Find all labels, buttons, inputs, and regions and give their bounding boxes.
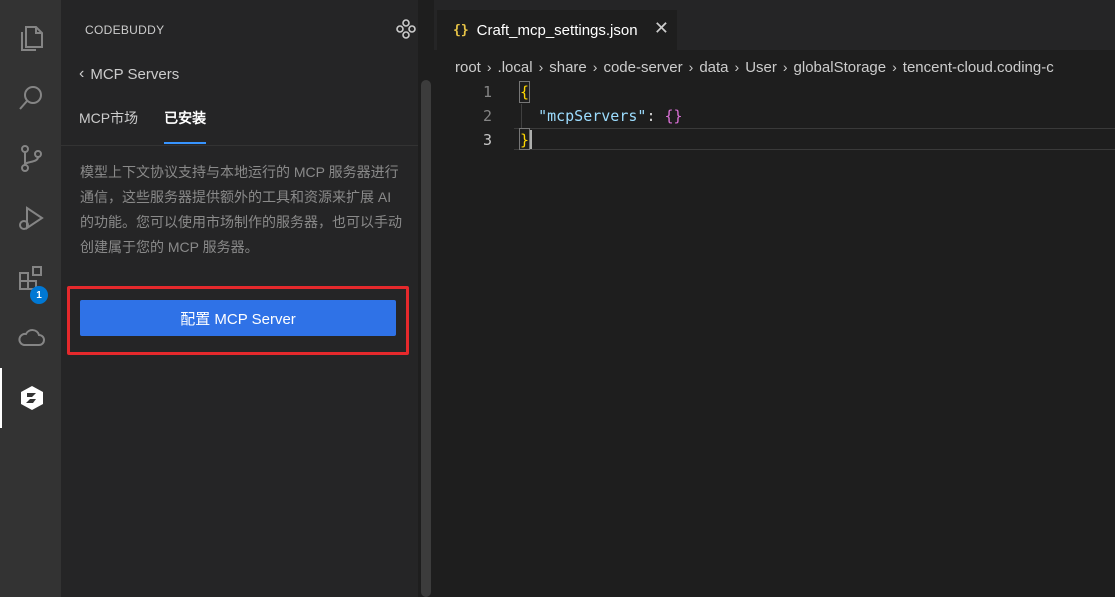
open-brace: {	[520, 83, 530, 101]
editor-tabbar: {} Craft_mcp_settings.json ✕	[434, 0, 1115, 50]
sidebar-title: CODEBUDDY	[85, 23, 165, 37]
code-text: "mcpServers": {}	[520, 104, 683, 128]
chevron-right-icon: ›	[892, 59, 897, 75]
cloud-icon	[17, 329, 45, 346]
chevron-right-icon: ›	[734, 59, 740, 75]
close-icon[interactable]: ✕	[654, 18, 669, 39]
mcp-description: 模型上下文协议支持与本地运行的 MCP 服务器进行通信，这些服务器提供额外的工具…	[80, 164, 402, 255]
breadcrumb-item[interactable]: data	[699, 59, 728, 76]
breadcrumb-item[interactable]: code-server	[603, 59, 682, 76]
source-control-button[interactable]	[0, 128, 61, 188]
code-text: }	[520, 128, 529, 152]
explorer-button[interactable]	[0, 8, 61, 68]
json-value: {}	[664, 107, 683, 125]
back-label: MCP Servers	[90, 65, 180, 83]
breadcrumb-item[interactable]: .local	[498, 59, 533, 76]
app-window: 1 CODEBUDDY ‹ MCP Servers MCP市场 已安装 模型上下…	[0, 0, 1115, 597]
breadcrumb-item[interactable]: root	[455, 59, 481, 76]
sidebar-header: CODEBUDDY	[61, 0, 418, 60]
run-debug-icon	[18, 206, 44, 230]
source-control-icon	[20, 145, 42, 172]
chevron-right-icon: ›	[782, 59, 788, 75]
json-colon: :	[646, 107, 665, 125]
line-number: 1	[482, 83, 492, 101]
chevron-right-icon: ›	[592, 59, 598, 75]
settings-cluster-icon[interactable]	[395, 18, 417, 40]
breadcrumb-item[interactable]: share	[549, 59, 587, 76]
codebuddy-sidebar: CODEBUDDY ‹ MCP Servers MCP市场 已安装 模型上下文协…	[61, 0, 418, 597]
activity-bar: 1	[0, 0, 61, 597]
search-icon	[18, 86, 42, 110]
text-cursor	[530, 130, 532, 149]
close-brace: }	[520, 131, 530, 149]
breadcrumb-item[interactable]: tencent-cloud.coding-c	[903, 59, 1054, 76]
chevron-left-icon: ‹	[79, 65, 85, 82]
tabs-divider	[61, 145, 418, 146]
code-line: 1 {	[434, 80, 1115, 104]
editor-tab-title: Craft_mcp_settings.json	[476, 21, 638, 39]
mcp-tabs: MCP市场 已安装	[79, 108, 207, 144]
json-file-icon: {}	[453, 22, 469, 38]
line-number: 3	[482, 131, 492, 149]
configure-mcp-server-button[interactable]: 配置 MCP Server	[80, 300, 396, 336]
cloud-button[interactable]	[0, 308, 61, 368]
code-line: 2 "mcpServers": {}	[434, 104, 1115, 128]
code-text: {	[520, 80, 529, 104]
extensions-button[interactable]: 1	[0, 248, 61, 308]
sidebar-scrollbar[interactable]	[421, 80, 431, 597]
breadcrumb-item[interactable]: User	[745, 59, 777, 76]
editor-tab-active[interactable]: {} Craft_mcp_settings.json ✕	[437, 10, 677, 50]
line-number: 2	[482, 107, 492, 125]
breadcrumb: root › .local › share › code-server › data › …	[455, 56, 1054, 78]
json-key: "mcpServers"	[538, 107, 647, 125]
breadcrumb-item[interactable]: globalStorage	[794, 59, 887, 76]
code-line: 3 }	[434, 128, 1115, 152]
chevron-right-icon: ›	[486, 59, 492, 75]
chevron-right-icon: ›	[538, 59, 544, 75]
tab-installed[interactable]: 已安装	[164, 108, 207, 144]
codebuddy-icon	[20, 386, 43, 410]
files-icon	[20, 26, 43, 51]
run-debug-button[interactable]	[0, 188, 61, 248]
back-to-mcp-servers[interactable]: ‹ MCP Servers	[79, 62, 179, 86]
extensions-badge: 1	[30, 286, 48, 304]
codebuddy-button[interactable]	[0, 368, 61, 428]
code-editor[interactable]: 1 { 2 "mcpServers": {} 3 }	[434, 80, 1115, 152]
chevron-right-icon: ›	[688, 59, 694, 75]
tab-mcp-market[interactable]: MCP市场	[79, 108, 138, 144]
editor-area: {} Craft_mcp_settings.json ✕ root › .loca…	[434, 0, 1115, 597]
search-button[interactable]	[0, 68, 61, 128]
